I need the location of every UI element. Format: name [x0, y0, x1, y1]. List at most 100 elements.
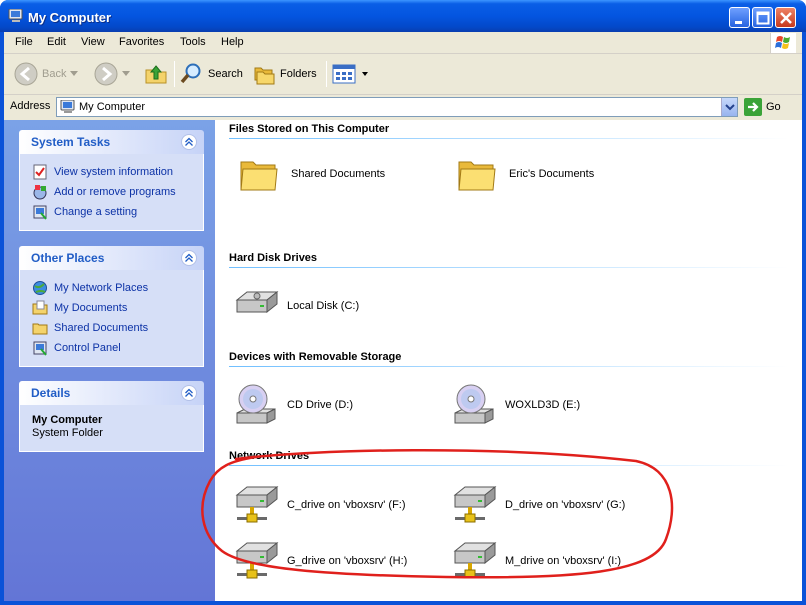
- menu-help[interactable]: Help: [221, 36, 244, 48]
- chevron-down-icon: [70, 71, 79, 76]
- woxld3d-e-item[interactable]: WOXLD3D (E:): [451, 383, 580, 427]
- group-divider: [229, 465, 789, 466]
- group-header-files: Files Stored on This Computer: [229, 123, 390, 135]
- address-label: Address: [10, 100, 51, 112]
- network-drive-icon: [453, 485, 497, 523]
- local-disk-c-item[interactable]: Local Disk (C:): [233, 284, 359, 328]
- menu-tools[interactable]: Tools: [180, 36, 206, 48]
- system-tasks-panel: System Tasks View system information Add…: [19, 130, 204, 231]
- computer-icon: [8, 9, 23, 22]
- chevron-down-icon: [122, 71, 130, 76]
- network-drive-icon: [235, 485, 279, 523]
- network-drive-f-item[interactable]: C_drive on 'vboxsrv' (F:): [233, 483, 406, 527]
- control-panel-icon: [33, 205, 47, 220]
- go-label: Go: [766, 101, 781, 113]
- back-label: Back: [42, 68, 67, 80]
- folder-icon: [32, 323, 48, 335]
- control-panel-link[interactable]: Control Panel: [32, 338, 203, 358]
- view-system-info-link[interactable]: View system information: [32, 162, 203, 182]
- folders-button[interactable]: Folders: [252, 59, 317, 89]
- hard-disk-icon: [235, 290, 279, 314]
- folder-icon: [240, 161, 278, 191]
- computer-icon: [60, 100, 75, 113]
- network-places-icon: [33, 281, 47, 295]
- maximize-icon: [756, 11, 770, 25]
- address-value: My Computer: [79, 101, 146, 113]
- go-arrow-icon: [744, 98, 762, 116]
- search-label: Search: [208, 68, 243, 80]
- toolbar-separator: [326, 61, 327, 87]
- erics-documents-item[interactable]: Eric's Documents: [455, 152, 594, 196]
- search-icon: [180, 63, 201, 84]
- add-remove-programs-icon: [33, 185, 47, 200]
- group-divider: [229, 138, 789, 139]
- system-info-icon: [33, 164, 47, 180]
- add-remove-programs-link[interactable]: Add or remove programs: [32, 182, 203, 202]
- cd-drive-icon: [454, 384, 494, 424]
- network-drive-icon: [453, 541, 497, 579]
- details-name: My Computer: [32, 414, 103, 426]
- up-folder-button[interactable]: [144, 59, 168, 89]
- maximize-button[interactable]: [752, 7, 773, 28]
- menu-view[interactable]: View: [81, 36, 105, 48]
- folders-icon: [254, 67, 275, 85]
- forward-button[interactable]: [94, 59, 130, 89]
- group-header-hdd: Hard Disk Drives: [229, 252, 318, 264]
- group-header-removable: Devices with Removable Storage: [229, 351, 402, 363]
- my-documents-link[interactable]: My Documents: [32, 298, 203, 318]
- network-drive-h-item[interactable]: G_drive on 'vboxsrv' (H:): [233, 539, 407, 583]
- details-title: Details: [31, 386, 71, 400]
- chevron-down-icon: [725, 104, 735, 111]
- control-panel-icon: [33, 341, 47, 356]
- group-header-network: Network Drives: [229, 450, 310, 462]
- windows-logo-icon: [770, 33, 796, 53]
- network-drive-g-item[interactable]: D_drive on 'vboxsrv' (G:): [451, 483, 625, 527]
- shared-documents-item[interactable]: Shared Documents: [237, 152, 385, 196]
- up-folder-icon: [145, 65, 167, 84]
- details-panel: Details My Computer System Folder: [19, 381, 204, 452]
- minimize-button[interactable]: [729, 7, 750, 28]
- other-places-panel: Other Places My Network Places My Docume…: [19, 246, 204, 367]
- forward-arrow-icon: [94, 62, 118, 86]
- window-client: File Edit View Favorites Tools Help Back…: [4, 32, 802, 601]
- shared-documents-link[interactable]: Shared Documents: [32, 318, 203, 338]
- my-network-places-link[interactable]: My Network Places: [32, 278, 203, 298]
- menu-file[interactable]: File: [15, 36, 33, 48]
- chevron-down-icon: [362, 71, 368, 76]
- menu-bar: File Edit View Favorites Tools Help: [4, 32, 802, 54]
- back-button[interactable]: Back: [14, 59, 79, 89]
- search-button[interactable]: Search: [180, 59, 243, 89]
- menu-edit[interactable]: Edit: [47, 36, 66, 48]
- cd-drive-icon: [236, 384, 276, 424]
- address-dropdown-button[interactable]: [721, 98, 737, 116]
- folder-icon: [458, 161, 496, 191]
- task-pane: System Tasks View system information Add…: [4, 120, 215, 601]
- close-icon: [780, 12, 792, 24]
- window-title: My Computer: [28, 10, 112, 25]
- address-input[interactable]: My Computer: [56, 97, 738, 117]
- back-arrow-icon: [14, 62, 38, 86]
- menu-favorites[interactable]: Favorites: [119, 36, 164, 48]
- collapse-icon[interactable]: [181, 250, 197, 266]
- address-bar: Address My Computer Go: [4, 96, 802, 118]
- group-divider: [229, 366, 789, 367]
- my-documents-icon: [32, 300, 48, 315]
- toolbar: Back Search Folders: [4, 55, 802, 95]
- system-tasks-title: System Tasks: [31, 135, 111, 149]
- details-header[interactable]: Details: [19, 381, 204, 405]
- change-setting-link[interactable]: Change a setting: [32, 202, 203, 222]
- cd-drive-d-item[interactable]: CD Drive (D:): [233, 383, 353, 427]
- other-places-header[interactable]: Other Places: [19, 246, 204, 270]
- details-type: System Folder: [32, 427, 103, 439]
- close-button[interactable]: [775, 7, 796, 28]
- network-drive-i-item[interactable]: M_drive on 'vboxsrv' (I:): [451, 539, 621, 583]
- go-button[interactable]: Go: [744, 98, 781, 116]
- system-tasks-header[interactable]: System Tasks: [19, 130, 204, 154]
- toolbar-separator: [174, 61, 175, 87]
- views-button[interactable]: [332, 59, 368, 89]
- collapse-icon[interactable]: [181, 385, 197, 401]
- minimize-icon: [735, 21, 742, 24]
- collapse-icon[interactable]: [181, 134, 197, 150]
- title-bar[interactable]: My Computer: [0, 0, 806, 32]
- window: My Computer File Edit View Favorites Too…: [0, 0, 806, 605]
